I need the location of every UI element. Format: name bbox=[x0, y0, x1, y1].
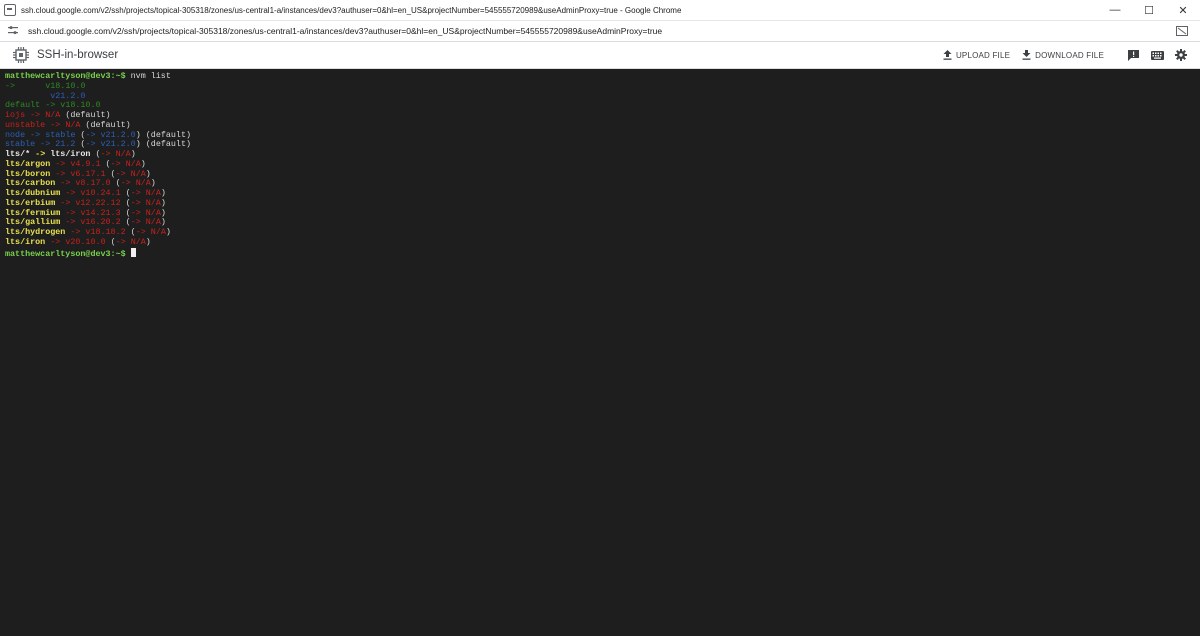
terminal-line: matthewcarltyson@dev3:~$ nvm list bbox=[5, 71, 1195, 82]
terminal-line: lts/* -> lts/iron (-> N/A) bbox=[5, 149, 136, 159]
window-controls: — ☐ ✕ bbox=[1098, 0, 1200, 20]
lts-alias-name: lts/erbium bbox=[5, 197, 56, 208]
terminal-line: lts/hydrogen -> v18.18.2 (-> N/A) bbox=[5, 227, 171, 237]
alias-name: unstable bbox=[5, 119, 46, 130]
version-text: v18.18.2 bbox=[85, 227, 126, 237]
keyboard-icon bbox=[1150, 50, 1164, 60]
download-icon bbox=[1022, 50, 1031, 60]
version-text: v18.10.0 bbox=[45, 80, 86, 91]
download-file-label: DOWNLOAD FILE bbox=[1035, 50, 1104, 60]
version-text: v16.20.2 bbox=[80, 217, 121, 228]
window-titlebar: ssh.cloud.google.com/v2/ssh/projects/top… bbox=[0, 0, 1200, 21]
chip-icon bbox=[13, 47, 29, 63]
version-text: v14.21.3 bbox=[80, 207, 121, 218]
terminal-line: lts/dubnium -> v10.24.1 (-> N/A) bbox=[5, 188, 166, 198]
version-text: v18.10.0 bbox=[60, 100, 101, 111]
maximize-button[interactable]: ☐ bbox=[1132, 0, 1166, 20]
feedback-button[interactable] bbox=[1126, 48, 1140, 62]
lts-alias-name: lts/boron bbox=[5, 168, 51, 179]
address-bar[interactable]: ssh.cloud.google.com/v2/ssh/projects/top… bbox=[0, 21, 1200, 42]
terminal-line: -> v18.10.0 bbox=[5, 80, 1195, 92]
terminal-line: lts/fermium -> v14.21.3 (-> N/A) bbox=[5, 207, 166, 218]
alias-name: stable bbox=[5, 139, 36, 150]
terminal-line: lts/argon -> v4.9.1 (-> N/A) bbox=[5, 158, 146, 169]
lts-alias-name: lts/gallium bbox=[5, 217, 61, 228]
terminal-line: matthewcarltyson@dev3:~$ bbox=[5, 247, 1195, 259]
lts-alias-name: lts/argon bbox=[5, 158, 51, 169]
shell-prompt: matthewcarltyson@dev3:~$ bbox=[5, 248, 126, 259]
terminal-line: lts/iron -> v20.10.0 (-> N/A) bbox=[5, 236, 151, 247]
minimize-button[interactable]: — bbox=[1098, 0, 1132, 20]
upload-file-button[interactable]: UPLOAD FILE bbox=[943, 50, 1010, 60]
cast-icon[interactable] bbox=[1176, 26, 1188, 36]
terminal-line: stable -> 21.2 (-> v21.2.0) (default) bbox=[5, 139, 192, 150]
alias-name: default bbox=[5, 100, 41, 111]
app-title: SSH-in-browser bbox=[37, 49, 119, 61]
shell-prompt: matthewcarltyson@dev3:~$ bbox=[5, 71, 126, 81]
feedback-icon bbox=[1127, 49, 1139, 61]
terminal-line: lts/boron -> v6.17.1 (-> N/A) bbox=[5, 168, 151, 179]
keyboard-button[interactable] bbox=[1150, 48, 1164, 62]
download-file-button[interactable]: DOWNLOAD FILE bbox=[1022, 50, 1104, 60]
terminal-line: default -> v18.10.0 bbox=[5, 100, 101, 111]
alias-name: node bbox=[5, 129, 26, 140]
app-actions: UPLOAD FILE DOWNLOAD FILE bbox=[943, 42, 1188, 68]
version-text: v8.17.0 bbox=[75, 178, 111, 189]
site-info-icon[interactable] bbox=[8, 25, 22, 37]
lts-alias-name: lts/hydrogen bbox=[5, 227, 66, 237]
app-header: SSH-in-browser UPLOAD FILE DOWNLOAD FILE bbox=[0, 42, 1200, 69]
lts-alias-name: lts/carbon bbox=[5, 178, 56, 189]
upload-file-label: UPLOAD FILE bbox=[955, 50, 1011, 60]
version-text: v12.22.12 bbox=[75, 197, 121, 208]
version-text: v4.9.1 bbox=[70, 158, 101, 169]
window-title: ssh.cloud.google.com/v2/ssh/projects/top… bbox=[21, 5, 682, 15]
version-text: v10.24.1 bbox=[80, 188, 121, 198]
version-text: v21.2.0 bbox=[50, 90, 86, 101]
url-text[interactable]: ssh.cloud.google.com/v2/ssh/projects/top… bbox=[28, 26, 662, 36]
alias-name: lts/* bbox=[5, 149, 31, 159]
lts-alias-name: lts/fermium bbox=[5, 207, 61, 218]
lts-alias-name: lts/dubnium bbox=[5, 188, 61, 198]
current-marker: -> bbox=[5, 80, 16, 91]
terminal[interactable]: matthewcarltyson@dev3:~$ nvm list -> v18… bbox=[0, 69, 1200, 636]
terminal-favicon-icon bbox=[4, 4, 16, 16]
version-text: v6.17.1 bbox=[70, 168, 106, 179]
gear-icon bbox=[1175, 49, 1187, 61]
terminal-line: iojs -> N/A (default) bbox=[5, 110, 111, 120]
terminal-cursor bbox=[130, 247, 136, 257]
command-text: nvm list bbox=[125, 71, 171, 81]
settings-button[interactable] bbox=[1174, 48, 1188, 62]
terminal-line: lts/erbium -> v12.22.12 (-> N/A) bbox=[5, 197, 166, 208]
alias-name: iojs bbox=[5, 110, 26, 120]
lts-alias-name: lts/iron bbox=[5, 236, 46, 247]
upload-icon bbox=[943, 50, 952, 60]
terminal-line: lts/gallium -> v16.20.2 (-> N/A) bbox=[5, 217, 166, 228]
terminal-line: lts/carbon -> v8.17.0 (-> N/A) bbox=[5, 178, 156, 189]
terminal-line: v21.2.0 bbox=[5, 90, 1195, 102]
version-text: v20.10.0 bbox=[65, 236, 106, 247]
close-button[interactable]: ✕ bbox=[1166, 0, 1200, 20]
